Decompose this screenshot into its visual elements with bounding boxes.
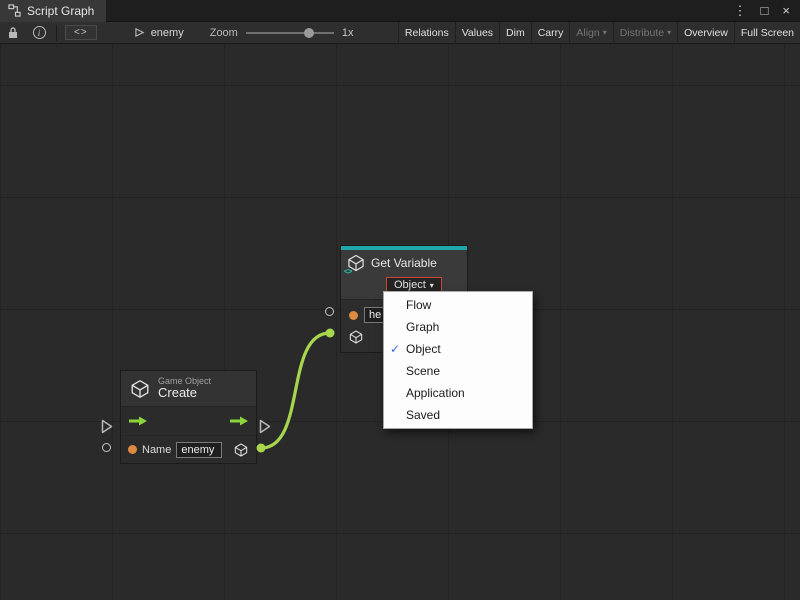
create-flow-row — [121, 407, 256, 435]
gameobject-cube-icon — [348, 329, 364, 345]
menu-item-saved[interactable]: Saved — [384, 404, 532, 426]
flow-in-arrow-icon — [128, 415, 148, 427]
gameobject-cube-icon — [233, 442, 249, 458]
flow-input-port[interactable] — [101, 419, 113, 434]
variable-cube-icon: <> — [346, 253, 366, 273]
menu-item-scene[interactable]: Scene — [384, 360, 532, 382]
code-badge-icon: <> — [344, 267, 351, 276]
name-input[interactable] — [176, 442, 222, 458]
toolbar-divider — [56, 25, 57, 41]
tab-script-graph[interactable]: Script Graph — [0, 0, 106, 22]
window-menu-icon[interactable]: ⋮ — [734, 0, 747, 22]
create-name-row: Name — [121, 435, 256, 463]
zoom-slider[interactable] — [246, 27, 334, 39]
dim-button[interactable]: Dim — [499, 22, 531, 44]
title-bar: Script Graph ⋮ □ × — [0, 0, 800, 22]
script-graph-icon — [8, 4, 21, 17]
carry-button[interactable]: Carry — [531, 22, 570, 44]
tab-title: Script Graph — [27, 4, 94, 18]
flow-out-arrow-icon — [229, 415, 249, 427]
chevron-down-icon: ▾ — [667, 28, 671, 37]
zoom-label: Zoom — [210, 27, 238, 39]
values-button[interactable]: Values — [455, 22, 499, 44]
graph-toolbar: i <> enemy Zoom 1x Relations Values Dim … — [0, 22, 800, 44]
menu-item-flow[interactable]: Flow — [384, 294, 532, 316]
zoom-slider-track — [246, 32, 334, 34]
toolbar-buttons: Relations Values Dim Carry Align ▾ Distr… — [398, 22, 800, 44]
check-icon: ✓ — [384, 342, 406, 356]
distribute-button[interactable]: Distribute ▾ — [613, 22, 677, 44]
align-button[interactable]: Align ▾ — [569, 22, 612, 44]
zoom-slider-knob[interactable] — [304, 28, 314, 38]
overview-button[interactable]: Overview — [677, 22, 734, 44]
zoom-value: 1x — [342, 27, 354, 39]
scope-dropdown-menu: Flow Graph ✓ Object Scene Application Sa… — [383, 291, 533, 429]
menu-item-graph[interactable]: Graph — [384, 316, 532, 338]
get-variable-title: Get Variable — [371, 256, 437, 270]
create-node[interactable]: Game Object Create Name — [120, 370, 257, 464]
create-node-title: Create — [158, 386, 211, 401]
info-icon[interactable]: i — [30, 24, 48, 42]
graph-breadcrumb[interactable]: enemy — [135, 27, 184, 39]
graph-breadcrumb-icon — [135, 27, 146, 38]
graph-name-label: enemy — [151, 27, 184, 39]
flow-output-port[interactable] — [259, 419, 271, 434]
chevron-down-icon: ▾ — [603, 28, 607, 37]
name-label: Name — [142, 444, 171, 456]
full-screen-button[interactable]: Full Screen — [734, 22, 800, 44]
gameobject-cube-icon — [129, 378, 151, 400]
string-port-icon — [349, 311, 358, 320]
name-input-port[interactable] — [102, 443, 111, 452]
string-port-icon — [128, 445, 137, 454]
menu-item-application[interactable]: Application — [384, 382, 532, 404]
chevron-down-icon: ▾ — [430, 281, 434, 290]
code-view-button[interactable]: <> — [65, 25, 97, 40]
lock-icon[interactable] — [4, 24, 22, 42]
close-icon[interactable]: × — [782, 0, 790, 22]
variable-object-row — [348, 329, 364, 350]
create-node-header: Game Object Create — [121, 371, 256, 407]
relations-button[interactable]: Relations — [398, 22, 455, 44]
maximize-icon[interactable]: □ — [761, 0, 769, 22]
menu-item-object[interactable]: ✓ Object — [384, 338, 532, 360]
get-variable-name-port[interactable] — [325, 307, 334, 316]
